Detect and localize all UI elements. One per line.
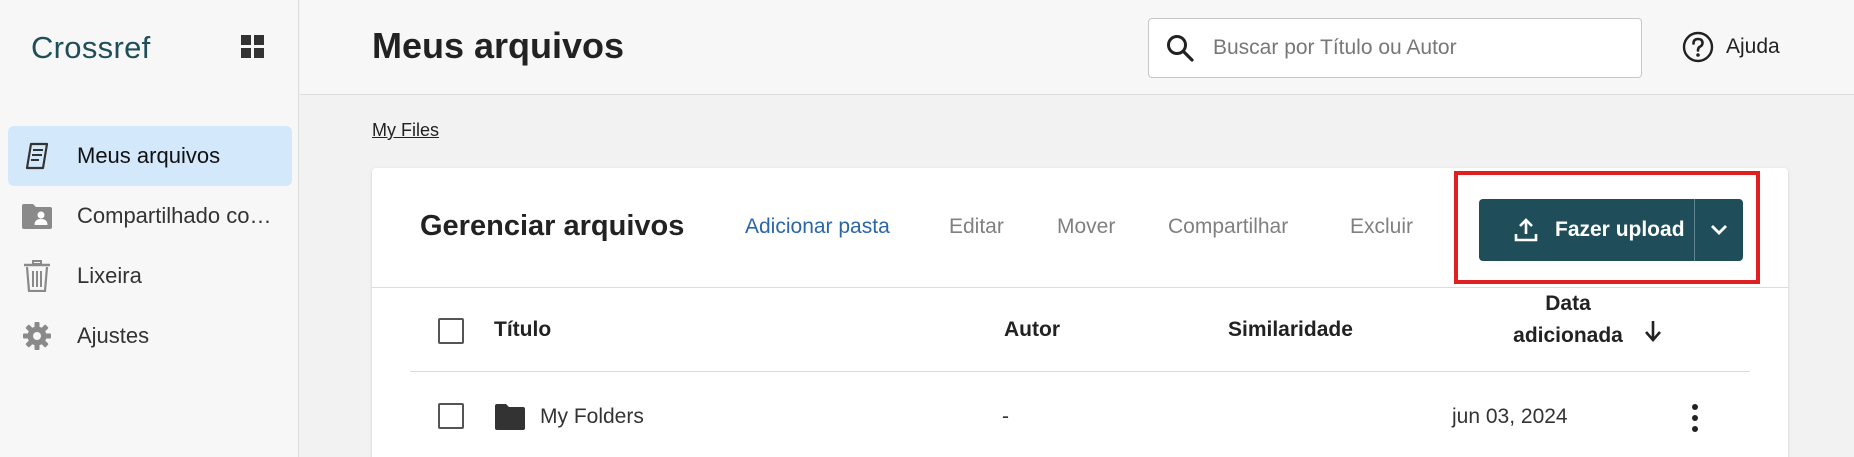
edit-button[interactable]: Editar	[949, 215, 1004, 239]
breadcrumb-my-files[interactable]: My Files	[372, 120, 439, 141]
gear-icon	[20, 319, 54, 353]
files-icon	[20, 139, 54, 173]
row-checkbox[interactable]	[438, 403, 464, 429]
trash-icon	[20, 259, 54, 293]
column-similarity[interactable]: Similaridade	[1228, 318, 1353, 342]
help-icon	[1682, 31, 1714, 63]
move-button[interactable]: Mover	[1057, 215, 1115, 239]
help-label: Ajuda	[1726, 35, 1780, 58]
share-button[interactable]: Compartilhar	[1168, 215, 1288, 239]
sidebar-item-label: Compartilhado com...	[77, 203, 277, 228]
page-title: Meus arquivos	[372, 25, 625, 66]
apps-grid-icon[interactable]	[240, 34, 266, 60]
shared-folder-icon	[20, 199, 54, 233]
upload-highlight: Fazer upload	[1454, 171, 1760, 284]
table-row[interactable]: My Folders - jun 03, 2024	[410, 373, 1750, 457]
delete-button[interactable]: Excluir	[1350, 215, 1413, 239]
row-author: -	[1002, 405, 1009, 428]
upload-icon	[1514, 218, 1538, 242]
sidebar-item-lixeira[interactable]: Lixeira	[8, 246, 292, 306]
search-input[interactable]	[1213, 36, 1613, 60]
sidebar-item-ajustes[interactable]: Ajustes	[8, 306, 292, 366]
sidebar-item-label: Lixeira	[77, 263, 142, 288]
sidebar-item-meus-arquivos[interactable]: Meus arquivos	[8, 126, 292, 186]
card-title: Gerenciar arquivos	[420, 210, 685, 242]
file-manager-card: Gerenciar arquivos Adicionar pasta Edita…	[372, 168, 1788, 457]
sort-descending-icon[interactable]	[1644, 320, 1662, 342]
sidebar: Crossref Meus arquivos Compartilhado com…	[0, 0, 299, 457]
top-header: Meus arquivos Ajuda	[300, 0, 1854, 95]
chevron-down-icon	[1711, 225, 1727, 235]
column-author[interactable]: Autor	[1004, 318, 1060, 342]
upload-label: Fazer upload	[1555, 218, 1685, 241]
sidebar-item-label: Meus arquivos	[77, 143, 221, 168]
column-date-line1: Data	[1545, 292, 1591, 315]
folder-icon	[495, 404, 525, 430]
crossref-logo[interactable]: Crossref	[31, 30, 151, 66]
row-date: jun 03, 2024	[1452, 405, 1568, 428]
sidebar-nav: Meus arquivos Compartilhado com... Lixei…	[8, 126, 292, 366]
select-all-checkbox[interactable]	[438, 318, 464, 344]
more-options-icon[interactable]	[1690, 403, 1700, 433]
column-date-line2: adicionada	[1513, 324, 1623, 347]
upload-button[interactable]: Fazer upload	[1479, 199, 1694, 261]
row-title[interactable]: My Folders	[540, 405, 644, 429]
add-folder-button[interactable]: Adicionar pasta	[745, 215, 890, 239]
column-title[interactable]: Título	[494, 318, 551, 342]
sidebar-item-compartilhado[interactable]: Compartilhado com...	[8, 186, 292, 246]
table-header: Título Autor Similaridade Data adicionad…	[410, 288, 1750, 372]
column-date-added[interactable]: Data adicionada	[1506, 288, 1630, 352]
upload-options-button[interactable]	[1695, 199, 1743, 261]
help-button[interactable]: Ajuda	[1682, 31, 1780, 63]
search-icon	[1167, 35, 1194, 62]
file-toolbar: Gerenciar arquivos Adicionar pasta Edita…	[372, 168, 1788, 288]
search-box[interactable]	[1148, 18, 1642, 78]
sidebar-item-label: Ajustes	[77, 323, 150, 348]
